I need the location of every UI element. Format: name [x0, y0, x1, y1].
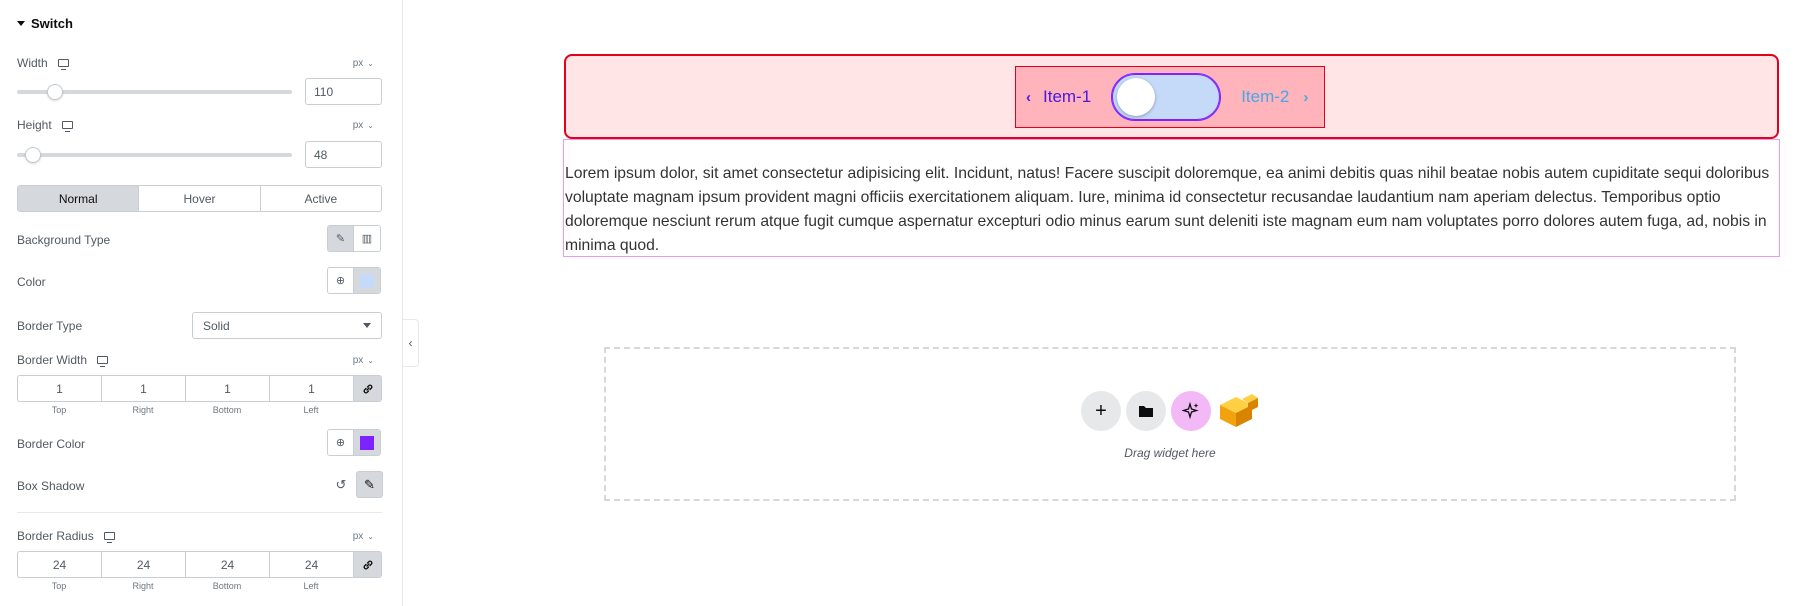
height-unit-select[interactable]: px ⌄ — [353, 120, 374, 131]
border-width-inputs: 1 1 1 1 — [17, 375, 382, 402]
edit-pencil-icon[interactable]: ✎ — [356, 471, 383, 498]
width-slider[interactable] — [17, 84, 292, 100]
switch-item-2[interactable]: Item-2 — [1241, 87, 1289, 107]
border-radius-label: Border Radius — [17, 529, 115, 543]
border-type-select[interactable]: Solid — [192, 312, 382, 339]
height-label: Height — [17, 118, 73, 132]
border-radius-inputs: 24 24 24 24 — [17, 551, 382, 578]
border-radius-unit-select[interactable]: px ⌄ — [353, 531, 374, 542]
globe-icon[interactable]: ⊕ — [328, 268, 354, 293]
desktop-icon[interactable] — [57, 59, 69, 70]
color-control: ⊕ — [327, 267, 381, 294]
chevron-down-icon: ⌄ — [367, 356, 374, 365]
section-header-switch[interactable]: Switch — [17, 16, 73, 31]
desktop-icon[interactable] — [61, 121, 73, 132]
switch-toggle[interactable] — [1111, 73, 1222, 121]
border-width-side-labels: Top Right Bottom Left — [51, 405, 319, 415]
border-radius-side-labels: Top Right Bottom Left — [51, 581, 319, 591]
color-swatch — [360, 273, 374, 288]
chevron-down-icon: ⌄ — [367, 121, 374, 130]
chevron-left-icon: ‹ — [408, 336, 413, 350]
tab-active[interactable]: Active — [261, 186, 381, 211]
caret-down-icon — [17, 21, 25, 26]
switch-item-1[interactable]: Item-1 — [1043, 87, 1091, 107]
dropdown-arrow-icon — [363, 323, 371, 328]
brush-classic-icon[interactable]: ✎ — [328, 226, 354, 251]
state-tabs: Normal Hover Active — [17, 185, 382, 212]
chevron-left-icon: ‹ — [1026, 88, 1031, 106]
collapse-panel-button[interactable]: ‹ — [403, 319, 419, 367]
border-radius-bottom[interactable]: 24 — [185, 551, 269, 578]
border-width-label: Border Width — [17, 353, 109, 367]
border-width-left[interactable]: 1 — [269, 375, 353, 402]
width-label: Width — [17, 56, 69, 70]
settings-panel: Switch Width px ⌄ 110 Height px ⌄ 48 Norma… — [0, 0, 403, 606]
width-slider-thumb[interactable] — [47, 84, 63, 100]
height-slider[interactable] — [17, 147, 292, 163]
color-swatch-button[interactable] — [354, 268, 380, 293]
divider — [17, 512, 382, 513]
color-label: Color — [17, 275, 46, 289]
gradient-icon[interactable]: ▥ — [354, 226, 380, 251]
folder-icon — [1139, 406, 1153, 417]
add-section-button[interactable]: + — [1081, 391, 1121, 431]
tab-normal[interactable]: Normal — [18, 186, 140, 211]
background-type-label: Background Type — [17, 233, 111, 247]
plus-icon: + — [1095, 399, 1107, 422]
section-title: Switch — [31, 16, 73, 31]
content-switcher: ‹ Item-1 Item-2 › — [1015, 66, 1325, 128]
cube-addon-icon[interactable] — [1216, 391, 1260, 431]
switch-knob — [1117, 78, 1156, 116]
border-radius-left[interactable]: 24 — [269, 551, 353, 578]
desktop-icon[interactable] — [97, 356, 109, 367]
border-radius-top[interactable]: 24 — [17, 551, 101, 578]
chevron-right-icon: › — [1303, 88, 1309, 106]
desktop-icon[interactable] — [103, 532, 115, 543]
height-input[interactable]: 48 — [305, 141, 382, 168]
border-color-label: Border Color — [17, 437, 86, 451]
ai-button[interactable] — [1171, 391, 1211, 431]
border-width-bottom[interactable]: 1 — [185, 375, 269, 402]
border-color-control: ⊕ — [327, 429, 381, 456]
drop-zone-hint: Drag widget here — [1124, 446, 1216, 460]
template-library-button[interactable] — [1126, 391, 1166, 431]
globe-icon[interactable]: ⊕ — [328, 430, 354, 455]
chevron-down-icon: ⌄ — [367, 59, 374, 68]
paragraph: Lorem ipsum dolor, sit amet consectetur … — [565, 165, 1770, 254]
border-width-top[interactable]: 1 — [17, 375, 101, 402]
chevron-down-icon: ⌄ — [367, 532, 374, 541]
link-icon[interactable] — [353, 375, 382, 402]
border-type-label: Border Type — [17, 319, 83, 333]
tab-hover[interactable]: Hover — [139, 186, 261, 211]
width-input[interactable]: 110 — [305, 78, 382, 105]
border-width-right[interactable]: 1 — [101, 375, 185, 402]
height-slider-thumb[interactable] — [25, 147, 41, 163]
drop-zone[interactable]: + Drag widget here — [604, 347, 1736, 501]
text-editor-widget[interactable]: Lorem ipsum dolor, sit amet consectetur … — [563, 139, 1780, 257]
width-unit-select[interactable]: px ⌄ — [353, 58, 374, 69]
border-radius-right[interactable]: 24 — [101, 551, 185, 578]
border-color-swatch — [360, 435, 374, 450]
box-shadow-label: Box Shadow — [17, 479, 85, 493]
reset-icon[interactable]: ↺ — [326, 471, 356, 498]
border-width-unit-select[interactable]: px ⌄ — [353, 355, 374, 366]
border-color-swatch-button[interactable] — [354, 430, 380, 455]
background-type-group: ✎ ▥ — [327, 225, 381, 252]
link-icon[interactable] — [353, 551, 382, 578]
add-section-buttons: + — [1081, 391, 1260, 431]
sparkle-icon — [1182, 402, 1199, 420]
